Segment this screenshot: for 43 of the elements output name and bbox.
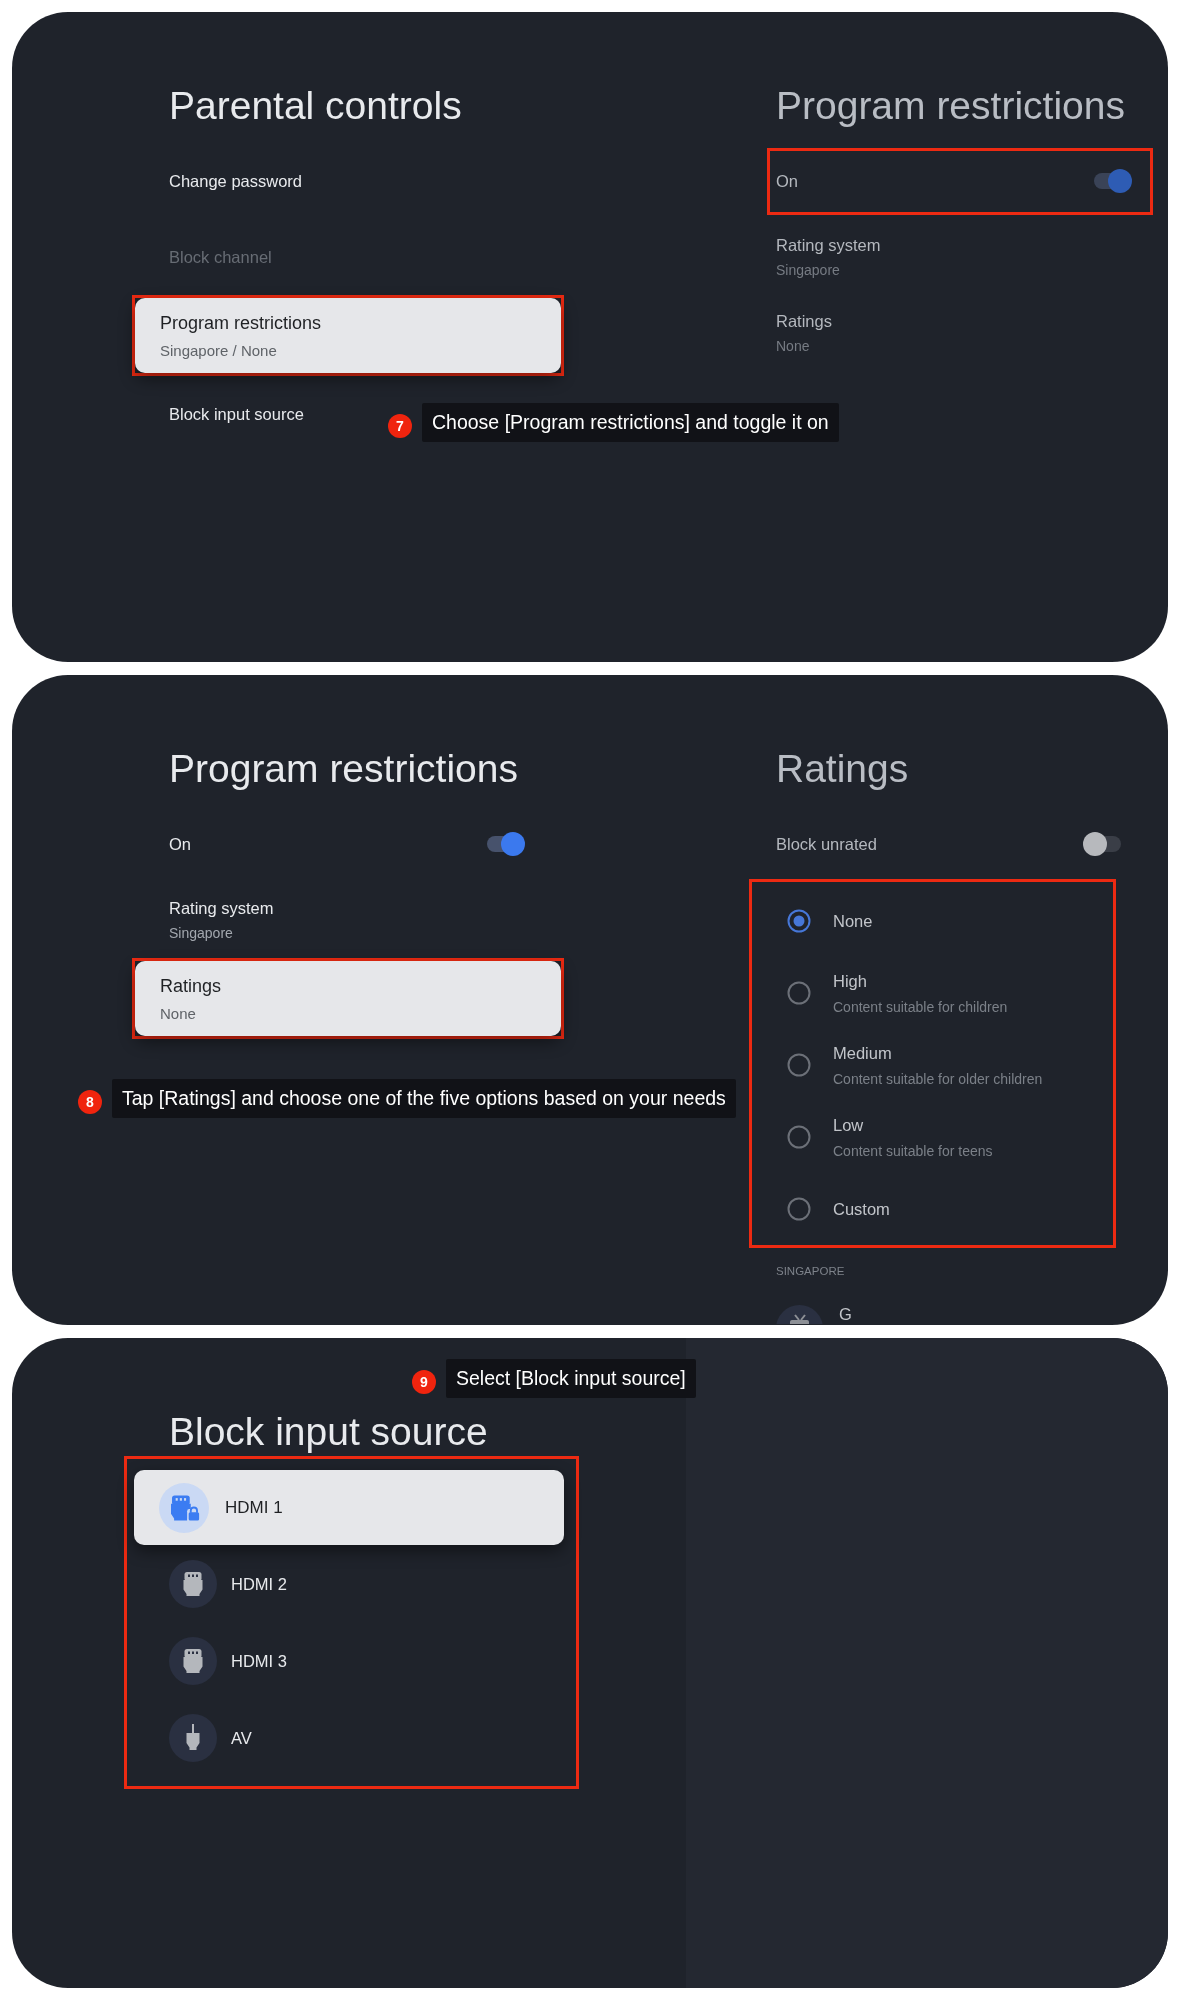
menu-item[interactable]: Rating system Singapore	[169, 898, 274, 942]
toggle-switch[interactable]	[1083, 832, 1123, 856]
step-number: 8	[78, 1089, 102, 1114]
toggle-label: Block unrated	[776, 834, 877, 854]
instruction-tooltip: Choose [Program restrictions] and toggle it on	[422, 403, 839, 442]
menu-item[interactable]: Change password	[169, 171, 302, 191]
option-label: High	[833, 970, 868, 991]
source-item[interactable]: HDMI 3	[169, 1636, 287, 1685]
radio-button[interactable]	[787, 909, 811, 933]
menu-item[interactable]: Ratings None	[135, 961, 561, 1036]
option-label: Low	[833, 1114, 865, 1135]
radio-button[interactable]	[787, 1197, 811, 1221]
instruction-tooltip: Tap [Ratings] and choose one of the five options based on your needs	[112, 1079, 736, 1118]
option-label: None	[833, 911, 873, 931]
step-number: 7	[388, 413, 412, 438]
option-label: Medium	[833, 1042, 893, 1063]
menu-item[interactable]: Program restrictions Singapore / None	[135, 298, 561, 373]
source-item[interactable]: AV	[169, 1713, 252, 1762]
option-description: Content suitable for older children	[833, 1069, 1043, 1088]
menu-item[interactable]: Rating system Singapore	[776, 235, 881, 279]
instruction-tooltip: Select [Block input source]	[446, 1359, 696, 1398]
section-header: SINGAPORE	[776, 1264, 846, 1278]
preview-title: Program restrictions	[776, 83, 1125, 129]
radio-button[interactable]	[787, 981, 811, 1005]
screen-title: Parental controls	[168, 83, 462, 129]
toggle-switch[interactable]	[485, 832, 525, 856]
source-item[interactable]: HDMI 1	[134, 1470, 564, 1545]
radio-button[interactable]	[787, 1053, 811, 1077]
menu-item[interactable]: Ratings None	[776, 311, 832, 355]
toggle-label: On	[169, 834, 191, 854]
option-label: Custom	[833, 1199, 890, 1219]
step-number: 9	[412, 1369, 436, 1394]
preview-title: Ratings	[776, 746, 909, 792]
source-item[interactable]: HDMI 2	[169, 1559, 287, 1608]
screen-title: Program restrictions	[168, 746, 518, 792]
toggle-switch[interactable]	[1092, 169, 1132, 193]
toggle-label: On	[776, 171, 798, 191]
option-description: Content suitable for children	[833, 997, 1008, 1016]
rating-label: G	[839, 1305, 852, 1323]
option-description: Content suitable for teens	[833, 1141, 993, 1160]
radio-button[interactable]	[787, 1125, 811, 1149]
screen-title: Block input source	[168, 1409, 488, 1455]
menu-item[interactable]: Block input source	[169, 404, 304, 424]
